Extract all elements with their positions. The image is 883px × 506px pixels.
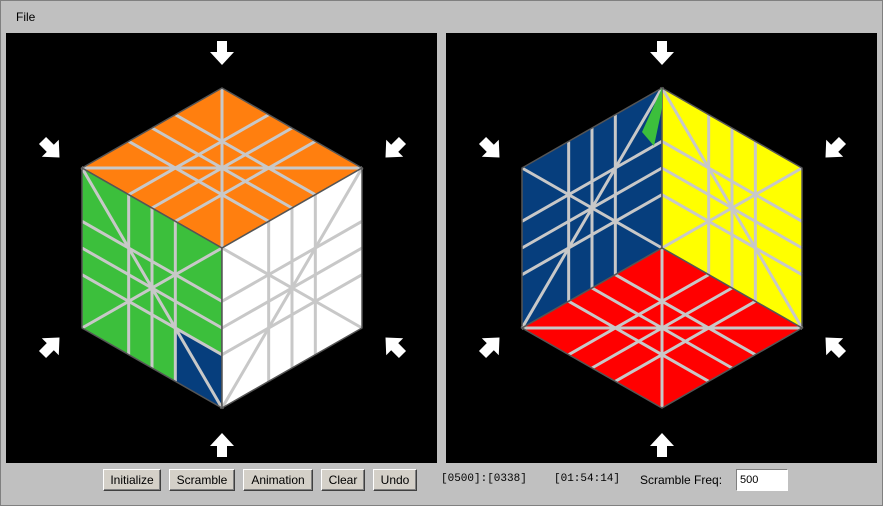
right-cube-view[interactable]: [446, 33, 877, 463]
animation-button[interactable]: Animation: [243, 469, 313, 491]
move-counter: [0500]:[0338]: [441, 473, 527, 485]
left-cube-view[interactable]: [6, 33, 437, 463]
right-arrow-lower-left-icon[interactable]: [474, 329, 508, 363]
file-menu[interactable]: File: [10, 8, 41, 26]
left-arrow-upper-left-icon[interactable]: [34, 132, 68, 166]
left-arrow-bottom-icon[interactable]: [210, 433, 234, 457]
right-arrow-bottom-icon[interactable]: [650, 433, 674, 457]
toolbar: Initialize Scramble Animation Clear Undo…: [1, 465, 882, 505]
right-arrow-top-icon[interactable]: [650, 41, 674, 65]
right-arrow-upper-left-icon[interactable]: [474, 132, 508, 166]
left-cube-canvas[interactable]: [6, 33, 437, 463]
undo-button[interactable]: Undo: [373, 469, 417, 491]
left-arrow-lower-left-icon[interactable]: [34, 329, 68, 363]
scramble-freq-input[interactable]: [736, 469, 788, 491]
left-arrow-top-icon[interactable]: [210, 41, 234, 65]
scramble-button[interactable]: Scramble: [169, 469, 235, 491]
clear-button[interactable]: Clear: [321, 469, 365, 491]
right-cube-canvas[interactable]: [446, 33, 877, 463]
app-window: File Initialize Scramble Animation Clear…: [0, 0, 883, 506]
initialize-button[interactable]: Initialize: [103, 469, 161, 491]
scramble-freq-label: Scramble Freq:: [640, 473, 723, 487]
right-arrow-lower-right-icon[interactable]: [817, 329, 851, 363]
left-arrow-upper-right-icon[interactable]: [377, 132, 411, 166]
timer-display: [01:54:14]: [554, 473, 621, 485]
left-arrow-lower-right-icon[interactable]: [377, 329, 411, 363]
right-arrow-upper-right-icon[interactable]: [817, 132, 851, 166]
menu-bar: File: [2, 2, 881, 30]
